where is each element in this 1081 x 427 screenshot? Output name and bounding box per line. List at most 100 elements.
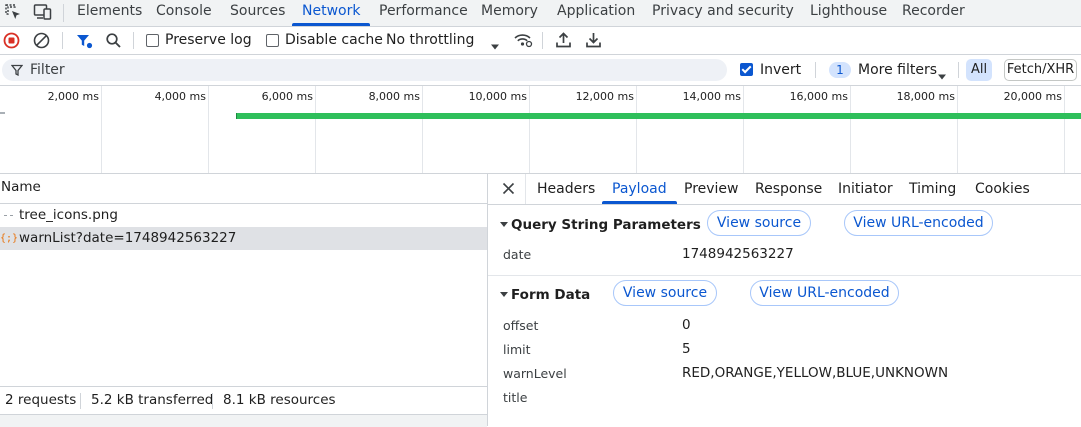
timeline-gridline — [1064, 86, 1065, 173]
param-key: title — [503, 390, 528, 405]
tab-network[interactable]: Network — [291, 0, 372, 26]
query-view-url-encoded-button[interactable]: View URL-encoded — [844, 210, 993, 236]
timeline-tick-label: 12,000 ms — [575, 90, 634, 103]
name-column-header[interactable]: Name — [0, 174, 487, 204]
tab-separator — [63, 4, 64, 22]
disable-cache-checkbox[interactable] — [266, 34, 279, 47]
timeline-request-bar — [236, 113, 1081, 119]
timeline-tick-label: 10,000 ms — [468, 90, 527, 103]
param-key: date — [503, 247, 532, 262]
preserve-log-label[interactable]: Preserve log — [165, 27, 252, 54]
tab-elements[interactable]: Elements — [77, 0, 142, 26]
search-icon[interactable] — [105, 32, 122, 49]
param-value: RED,ORANGE,YELLOW,BLUE,UNKNOWN — [682, 365, 949, 381]
device-toolbar-icon[interactable] — [33, 3, 53, 21]
chevron-down-icon[interactable] — [937, 68, 947, 80]
status-bar: 2 requests 5.2 kB transferred 8.1 kB res… — [0, 386, 487, 414]
request-row[interactable]: tree_icons.png — [0, 204, 487, 227]
param-value: 0 — [682, 317, 691, 333]
timeline-overview[interactable]: 2,000 ms 4,000 ms 6,000 ms 8,000 ms 10,0… — [0, 86, 1081, 174]
tab-preview[interactable]: Preview — [684, 174, 739, 204]
request-list-pane: Name tree_icons.png {;} warnList?date=17… — [0, 174, 488, 427]
timeline-tick-label: 6,000 ms — [261, 90, 313, 103]
param-key: warnLevel — [503, 366, 567, 381]
tab-cookies[interactable]: Cookies — [975, 174, 1030, 204]
query-section-toggle[interactable]: Query String Parameters — [500, 217, 701, 233]
resources-size: 8.1 kB resources — [223, 392, 336, 408]
details-separator — [525, 174, 526, 204]
tab-performance[interactable]: Performance — [379, 0, 468, 26]
filter-separator — [815, 62, 816, 78]
filter-placeholder: Filter — [30, 62, 65, 78]
param-key: limit — [503, 342, 531, 357]
status-separator — [212, 393, 213, 409]
triangle-down-icon — [500, 221, 508, 227]
query-view-source-button[interactable]: View source — [707, 210, 811, 236]
request-count: 2 requests — [5, 392, 77, 408]
tab-timing[interactable]: Timing — [909, 174, 956, 204]
close-icon[interactable] — [502, 182, 515, 195]
request-name: tree_icons.png — [19, 207, 118, 223]
form-data-title: Form Data — [511, 287, 591, 303]
toolbar-separator — [62, 32, 63, 49]
export-har-icon[interactable] — [585, 31, 602, 49]
devtools-tab-bar: Elements Console Sources Network Perform… — [0, 0, 1081, 27]
stop-recording-icon[interactable] — [3, 32, 20, 49]
timeline-gridline — [101, 86, 102, 173]
toolbar-separator — [133, 32, 134, 49]
tab-lighthouse[interactable]: Lighthouse — [810, 0, 887, 26]
status-separator — [80, 393, 81, 409]
timeline-tick-label: 2,000 ms — [47, 90, 99, 103]
filter-separator — [958, 62, 959, 78]
import-har-icon[interactable] — [555, 31, 572, 49]
fetch-xhr-icon: {;} — [0, 233, 19, 244]
timeline-marker — [0, 112, 5, 114]
tab-initiator[interactable]: Initiator — [838, 174, 893, 204]
disable-cache-label[interactable]: Disable cache — [285, 27, 383, 54]
tab-sources[interactable]: Sources — [230, 0, 285, 26]
chevron-down-icon[interactable] — [490, 38, 500, 50]
timeline-gridline — [208, 86, 209, 173]
network-toolbar: Preserve log Disable cache No throttling — [0, 27, 1081, 55]
tab-console[interactable]: Console — [156, 0, 212, 26]
timeline-tick-label: 4,000 ms — [154, 90, 206, 103]
timeline-gridline — [315, 86, 316, 173]
tab-recorder[interactable]: Recorder — [902, 0, 965, 26]
tab-privacy-and-security[interactable]: Privacy and security — [652, 0, 794, 26]
filter-fetch-xhr-button[interactable]: Fetch/XHR — [1004, 59, 1077, 81]
preserve-log-checkbox[interactable] — [146, 34, 159, 47]
invert-label[interactable]: Invert — [760, 55, 801, 85]
triangle-down-icon — [500, 291, 508, 297]
form-view-url-encoded-button[interactable]: View URL-encoded — [750, 280, 899, 306]
query-section-title: Query String Parameters — [511, 217, 701, 233]
form-data-toggle[interactable]: Form Data — [500, 287, 590, 303]
clear-icon[interactable] — [33, 32, 50, 49]
tab-headers[interactable]: Headers — [537, 174, 595, 204]
tab-response[interactable]: Response — [755, 174, 822, 204]
network-conditions-icon[interactable] — [513, 31, 533, 49]
filter-input[interactable]: Filter — [2, 59, 727, 81]
tab-application[interactable]: Application — [557, 0, 635, 26]
request-row-selected[interactable]: {;} warnList?date=1748942563227 — [0, 227, 487, 250]
image-file-icon — [4, 215, 13, 217]
throttling-select[interactable]: No throttling — [386, 27, 474, 54]
tab-payload[interactable]: Payload — [602, 174, 677, 204]
timeline-tick-label: 14,000 ms — [682, 90, 741, 103]
timeline-tick-label: 8,000 ms — [368, 90, 420, 103]
filter-funnel-icon[interactable] — [75, 32, 93, 50]
tab-memory[interactable]: Memory — [481, 0, 538, 26]
invert-checkbox[interactable] — [740, 63, 753, 76]
query-string-section: Query String Parameters View source View… — [488, 205, 1081, 276]
filter-all-button[interactable]: All — [966, 59, 992, 81]
more-filters-count-badge: 1 — [829, 62, 851, 78]
timeline-gridline — [422, 86, 423, 173]
inspect-element-icon[interactable] — [4, 3, 22, 21]
drawer-bar — [0, 414, 487, 427]
request-name: warnList?date=1748942563227 — [19, 230, 237, 246]
name-header-label: Name — [1, 179, 41, 195]
details-tab-bar: Headers Payload Preview Response Initiat… — [488, 174, 1081, 205]
timeline-tick-label: 20,000 ms — [1003, 90, 1062, 103]
form-view-source-button[interactable]: View source — [613, 280, 717, 306]
more-filters-button[interactable]: More filters — [858, 55, 937, 85]
form-data-section: Form Data View source View URL-encoded o… — [488, 276, 1081, 426]
